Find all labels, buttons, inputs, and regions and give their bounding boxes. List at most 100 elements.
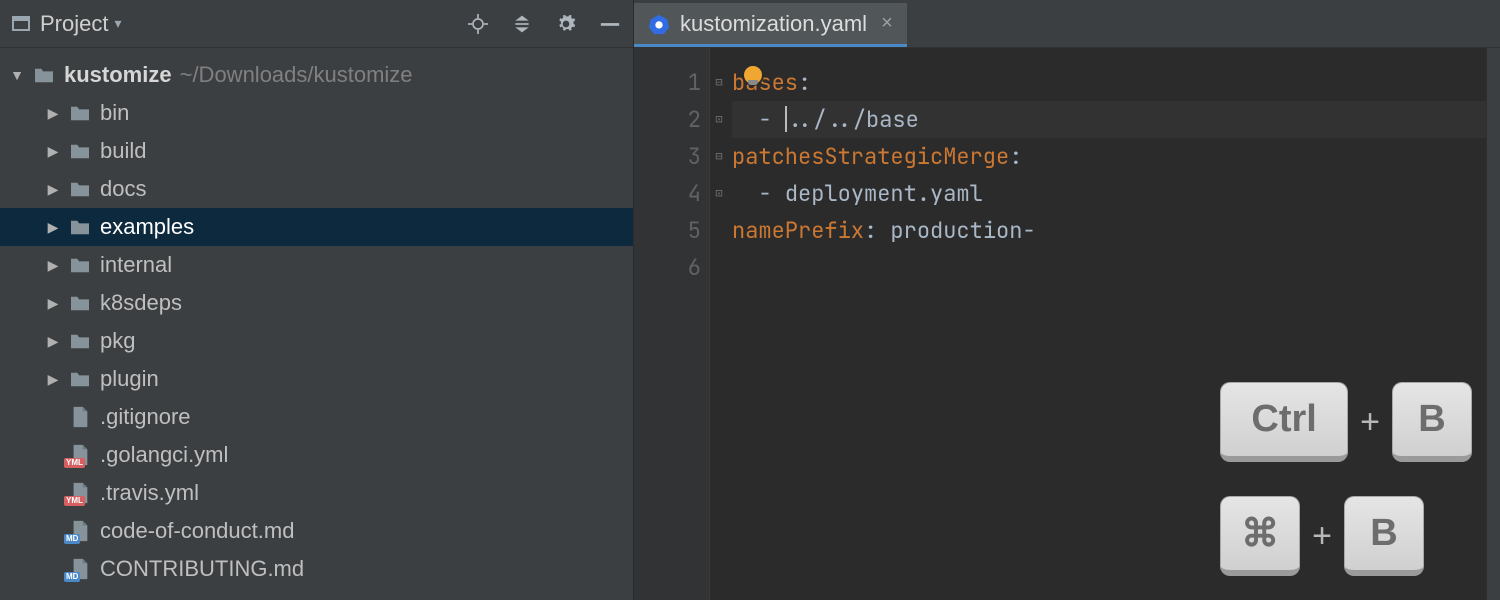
shortcut-overlay: Ctrl + B ⌘ + B [1220,382,1472,576]
fold-handle-icon[interactable]: ⊟ [710,138,728,175]
tree-folder[interactable]: ▶ k8sdeps [0,284,633,322]
tree-label: internal [100,252,172,278]
editor-tab-filename: kustomization.yaml [680,11,867,37]
yaml-list-dash: - [732,105,785,134]
file-badge: YML [64,458,85,468]
folder-icon [66,370,94,388]
folder-icon [30,66,58,84]
yaml-file-icon: YML [66,482,94,504]
chevron-right-icon[interactable]: ▶ [44,143,62,160]
tree-label: bin [100,100,129,126]
folder-icon [66,218,94,236]
tree-label: plugin [100,366,159,392]
tree-folder[interactable]: ▶ internal [0,246,633,284]
yaml-value: deployment.yaml [785,179,983,208]
tree-label: k8sdeps [100,290,182,316]
fold-handle-icon[interactable]: ⊟ [710,64,728,101]
tree-label: docs [100,176,146,202]
tree-file[interactable]: .gitignore [0,398,633,436]
editor-gutter: 1 2 3 4 5 6 [634,48,710,600]
yaml-colon: : [864,216,890,245]
tree-folder[interactable]: ▶ pkg [0,322,633,360]
tree-folder[interactable]: ▶ bin [0,94,633,132]
folder-icon [66,294,94,312]
file-icon [66,406,94,428]
yaml-colon: : [1009,142,1022,171]
project-tool-window: Project ▾ ▼ [0,0,634,600]
project-selector[interactable]: Project [40,11,108,37]
line-number: 6 [634,249,701,286]
chevron-right-icon[interactable]: ▶ [44,219,62,236]
folder-icon [66,256,94,274]
tree-folder[interactable]: ▶ build [0,132,633,170]
chevron-right-icon[interactable]: ▶ [44,181,62,198]
tree-label: code-of-conduct.md [100,518,294,544]
tree-label: pkg [100,328,135,354]
tree-folder[interactable]: ▶ docs [0,170,633,208]
tree-label: .travis.yml [100,480,199,506]
yaml-colon: : [798,68,811,97]
yaml-key: patchesStrategicMerge [732,142,1009,171]
file-badge: MD [64,534,80,544]
editor-tabbar: kustomization.yaml × [634,0,1500,48]
project-tree[interactable]: ▼ kustomize ~/Downloads/kustomize ▶ bin … [0,48,633,600]
line-number: 5 [634,212,701,249]
collapse-all-icon[interactable] [511,13,533,35]
folder-icon [66,332,94,350]
minimize-icon[interactable] [599,13,621,35]
locate-icon[interactable] [467,13,489,35]
tree-label: build [100,138,146,164]
tree-label: .golangci.yml [100,442,228,468]
yaml-list-dash: - [732,179,785,208]
tree-file[interactable]: YML .golangci.yml [0,436,633,474]
fold-column: ⊟ ⊡ ⊟ ⊡ [710,48,728,600]
file-badge: YML [64,496,85,506]
chevron-right-icon[interactable]: ▶ [44,333,62,350]
close-icon[interactable]: × [881,12,893,35]
shortcut-row: Ctrl + B [1220,382,1472,462]
project-header: Project ▾ [0,0,633,48]
keycap-ctrl: Ctrl [1220,382,1348,462]
tree-folder-selected[interactable]: ▶ examples [0,208,633,246]
folder-icon [66,104,94,122]
tree-file[interactable]: MD code-of-conduct.md [0,512,633,550]
intention-bulb-icon[interactable] [744,66,762,84]
yaml-file-icon: YML [66,444,94,466]
tree-folder[interactable]: ▶ plugin [0,360,633,398]
yaml-key: bases [732,68,798,97]
tree-root[interactable]: ▼ kustomize ~/Downloads/kustomize [0,56,633,94]
line-number: 4 [634,175,701,212]
keycap-cmd: ⌘ [1220,496,1300,576]
tree-root-name: kustomize [64,62,172,88]
tree-label: CONTRIBUTING.md [100,556,304,582]
dropdown-icon[interactable]: ▾ [114,15,121,32]
yaml-key: namePrefix [732,216,864,245]
editor-area: kustomization.yaml × 1 2 3 4 5 6 ⊟ ⊡ ⊟ ⊡ [634,0,1500,600]
line-number: 1 [634,64,701,101]
keycap-b: B [1392,382,1472,462]
shortcut-row: ⌘ + B [1220,496,1472,576]
chevron-right-icon[interactable]: ▶ [44,105,62,122]
editor-tab-active[interactable]: kustomization.yaml × [634,3,907,47]
keycap-b: B [1344,496,1424,576]
chevron-right-icon[interactable]: ▶ [44,295,62,312]
scroll-indicator[interactable] [1486,48,1500,600]
file-badge: MD [64,572,80,582]
line-number: 2 [634,101,701,138]
chevron-right-icon[interactable]: ▶ [44,371,62,388]
yaml-value: production- [890,216,1035,245]
project-icon [12,16,30,31]
fold-end-icon: ⊡ [710,175,728,212]
tree-label: .gitignore [100,404,191,430]
yaml-value: ../../base [787,105,919,134]
plus-icon: + [1312,517,1332,556]
markdown-file-icon: MD [66,558,94,580]
plus-icon: + [1360,403,1380,442]
fold-end-icon: ⊡ [710,101,728,138]
chevron-down-icon[interactable]: ▼ [8,67,26,83]
tree-file[interactable]: YML .travis.yml [0,474,633,512]
tree-label: examples [100,214,194,240]
gear-icon[interactable] [555,13,577,35]
tree-file[interactable]: MD CONTRIBUTING.md [0,550,633,588]
chevron-right-icon[interactable]: ▶ [44,257,62,274]
